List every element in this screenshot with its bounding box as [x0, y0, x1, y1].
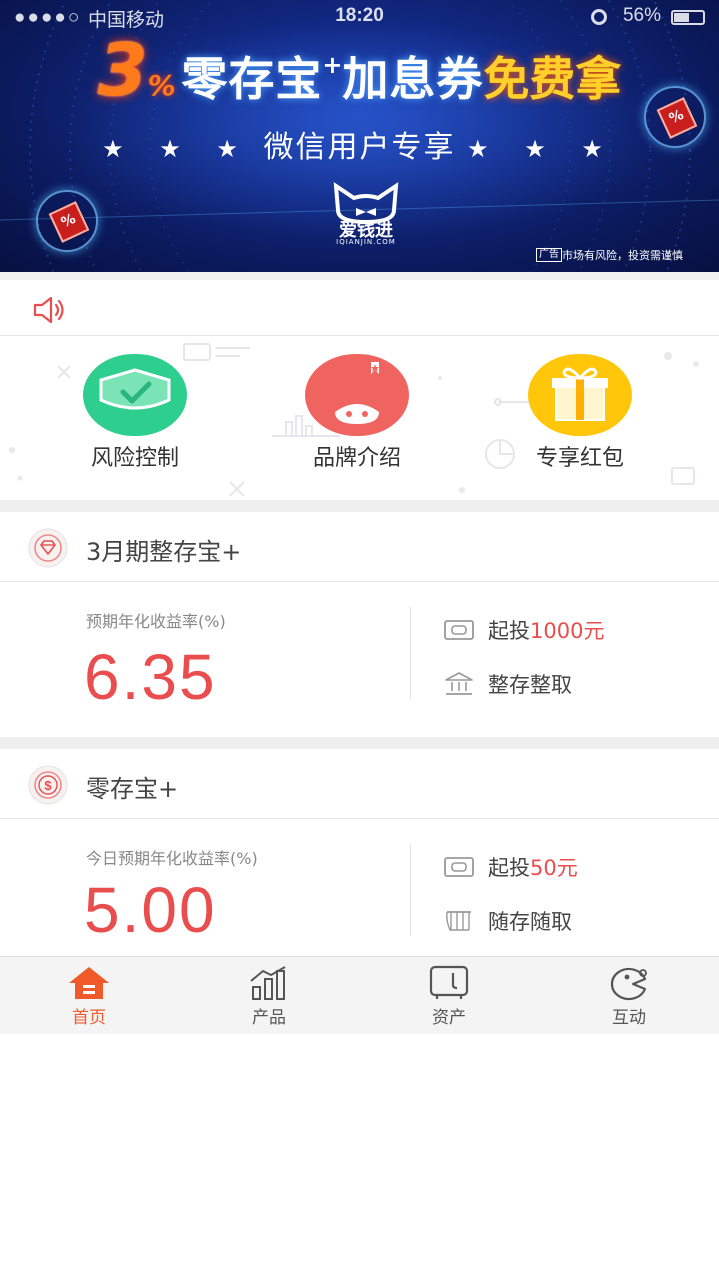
deposit-mode: 随存随取	[488, 910, 572, 934]
diamond-badge-icon	[28, 528, 68, 568]
stars-left: ★ ★ ★	[102, 135, 252, 163]
banner-subtitle: 微信用户专享	[263, 130, 456, 165]
brand-cat-icon	[305, 354, 409, 436]
quick-entry-risk-control[interactable]: 风险控制	[55, 354, 215, 472]
min-invest-prefix: 起投	[488, 856, 530, 880]
home-icon	[69, 967, 109, 999]
tab-label: 互动	[612, 1008, 646, 1028]
speaker-icon	[33, 296, 64, 324]
battery-percent: 56%	[622, 5, 661, 26]
ad-tag: 广告	[536, 248, 562, 262]
product-card-header: $ 零存宝+	[0, 749, 719, 819]
safe-icon	[429, 965, 469, 999]
banner-headline: 3% 零存宝+加息券免费拿	[0, 28, 719, 112]
headline-free: 免费拿	[483, 52, 622, 106]
bank-icon	[445, 672, 473, 695]
cash-icon	[444, 857, 474, 877]
coupon-ticket-icon-left: %	[36, 190, 98, 252]
headline-plus: +	[322, 51, 343, 79]
quick-entry-label: 风险控制	[90, 446, 179, 471]
stars-right: ★ ★ ★	[467, 135, 617, 163]
promo-banner[interactable]: ●●●●○ 中国移动 18:20 56% 3% 零存宝+加息券免费拿 ★ ★ ★…	[0, 0, 719, 272]
quick-entry-panel: 风险控制 品牌介绍 专享红包	[0, 336, 719, 500]
coupon-ticket-icon-right: %	[644, 86, 706, 148]
rate-value: 6.35	[84, 641, 217, 713]
rate-value: 5.00	[84, 874, 217, 946]
tab-label: 资产	[432, 1008, 466, 1028]
quick-entry-label: 品牌介绍	[312, 446, 401, 471]
headline-coupon: 加息券	[342, 52, 484, 106]
card-vertical-divider	[410, 844, 411, 936]
quick-entry-label: 专享红包	[535, 446, 624, 471]
section-divider	[0, 500, 719, 512]
cash-icon	[444, 620, 474, 640]
tab-home[interactable]: 首页	[44, 965, 134, 1028]
card-vertical-divider	[410, 607, 411, 699]
gift-icon	[528, 354, 632, 436]
flexible-withdraw-icon	[446, 911, 471, 931]
section-divider	[0, 737, 719, 749]
product-card-fixed-term[interactable]: 3月期整存宝+ 预期年化收益率(%) 6.35 起投1000元 整存整取	[0, 512, 719, 737]
notice-bar[interactable]	[0, 272, 719, 336]
quick-entry-exclusive-red-packet[interactable]: 专享红包	[500, 354, 660, 472]
rate-label: 预期年化收益率(%)	[86, 612, 226, 631]
dollar-badge-icon: $	[28, 765, 68, 805]
product-card-flexible[interactable]: $ 零存宝+ 今日预期年化收益率(%) 5.00 起投50元 随存随取	[0, 749, 719, 956]
rate-label: 今日预期年化收益率(%)	[86, 849, 258, 868]
bottom-tab-bar: 首页 产品 资产 互动	[0, 956, 719, 1034]
product-title: 3月期整存宝+	[86, 538, 242, 566]
headline-percent: %	[147, 69, 176, 102]
tab-interaction[interactable]: 互动	[584, 965, 674, 1028]
product-card-header: 3月期整存宝+	[0, 512, 719, 582]
tab-label: 首页	[72, 1008, 106, 1028]
deposit-mode: 整存整取	[488, 673, 572, 697]
orientation-lock-icon	[591, 9, 607, 25]
min-invest-amount: 1000元	[530, 619, 605, 643]
tab-products[interactable]: 产品	[224, 965, 314, 1028]
tab-label: 产品	[252, 1008, 286, 1028]
chat-icon	[610, 967, 647, 1001]
quick-entry-brand-intro[interactable]: 品牌介绍	[277, 354, 437, 472]
min-invest-amount: 50元	[530, 856, 578, 880]
product-title: 零存宝+	[86, 775, 179, 803]
shield-check-icon	[83, 354, 187, 436]
min-invest-prefix: 起投	[488, 619, 530, 643]
clock: 18:20	[335, 5, 384, 26]
tab-assets[interactable]: 资产	[404, 965, 494, 1028]
battery-icon	[671, 10, 705, 25]
svg-text:$: $	[44, 778, 52, 793]
headline-number: 3	[97, 28, 148, 112]
risk-disclaimer: 市场有风险，投资需谨慎	[562, 249, 683, 262]
headline-product: 零存宝	[181, 52, 323, 106]
banner-subtitle-row: ★ ★ ★ 微信用户专享 ★ ★ ★	[0, 122, 719, 166]
chart-icon	[250, 966, 286, 1000]
brand-domain: IQIANJIN.COM	[336, 238, 396, 246]
